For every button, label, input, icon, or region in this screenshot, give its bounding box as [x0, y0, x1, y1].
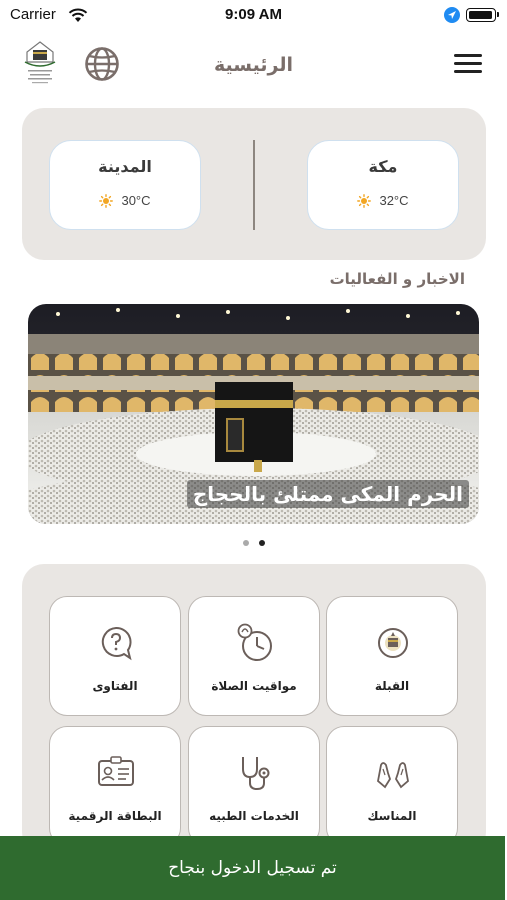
weather-panel: مكة 32°C المدينة 30°C [22, 108, 486, 260]
page-dot[interactable] [242, 540, 249, 546]
qibla-icon [378, 628, 408, 658]
temperature: 32°C [379, 193, 409, 208]
carousel-pagination[interactable] [0, 540, 507, 546]
service-manasik[interactable]: المناسك [326, 726, 458, 846]
service-label: القبلة [374, 679, 410, 693]
prayer-clock-icon [237, 623, 272, 661]
ministry-logo [24, 41, 56, 84]
sun-icon [357, 193, 372, 208]
news-section-title: الاخبار و الفعاليات [329, 270, 465, 288]
service-label: مواقيت الصلاة [211, 679, 297, 693]
service-digital-card[interactable]: البطاقة الرقمية [49, 726, 181, 846]
globe-icon[interactable] [84, 46, 120, 82]
service-label: المناسك [367, 809, 417, 823]
fatwa-question-icon [101, 626, 132, 661]
page-dot-active[interactable] [258, 540, 265, 546]
weather-divider [253, 140, 255, 230]
services-panel: القبلة مواقيت الصلاة الفتاوى المناسك الخ… [22, 564, 486, 854]
stethoscope-icon [242, 757, 270, 791]
city-name: مكة [368, 157, 398, 176]
page-title: الرئيسية [214, 54, 293, 76]
news-banner[interactable]: الحرم المكى ممتلئ بالحجاج [28, 304, 479, 524]
service-label: البطاقة الرقمية [68, 809, 162, 823]
clock-label: 9:09 AM [225, 6, 282, 23]
app-header: الرئيسية [0, 38, 507, 96]
service-label: الفتاوى [92, 679, 138, 693]
toast-message: تم تسجيل الدخول بنجاح [168, 858, 337, 878]
service-prayer-times[interactable]: مواقيت الصلاة [188, 596, 320, 716]
weather-card-mecca[interactable]: مكة 32°C [307, 140, 459, 230]
banner-caption: الحرم المكى ممتلئ بالحجاج [186, 480, 469, 508]
location-arrow-icon [444, 7, 460, 23]
temperature: 30°C [121, 193, 151, 208]
status-bar: Carrier 9:09 AM [0, 0, 507, 32]
weather-card-madina[interactable]: المدينة 30°C [49, 140, 201, 230]
service-qibla[interactable]: القبلة [326, 596, 458, 716]
praying-hands-icon [377, 762, 409, 789]
login-success-toast: تم تسجيل الدخول بنجاح [0, 836, 505, 900]
service-fatwa[interactable]: الفتاوى [49, 596, 181, 716]
sun-icon [99, 193, 114, 208]
hamburger-icon[interactable] [454, 54, 482, 76]
service-label: الخدمات الطبيه [209, 809, 299, 823]
id-card-icon [98, 756, 134, 786]
city-name: المدينة [98, 157, 152, 176]
battery-icon [466, 8, 499, 22]
service-medical[interactable]: الخدمات الطبيه [188, 726, 320, 846]
